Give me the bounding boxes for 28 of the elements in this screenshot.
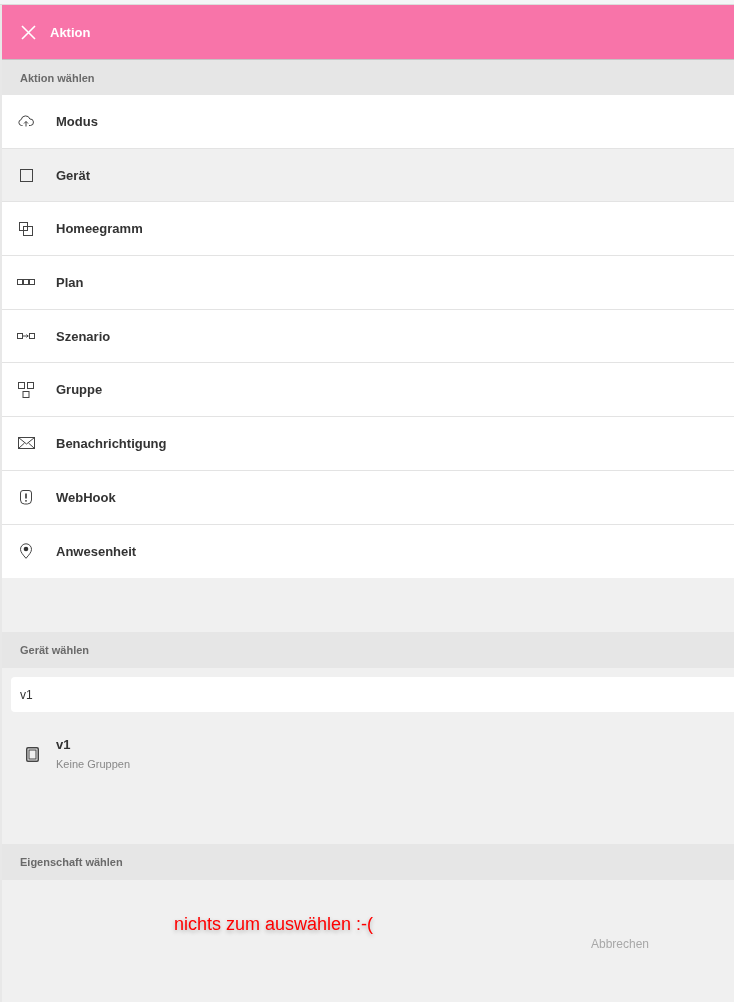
device-name[interactable]: v1	[56, 737, 130, 753]
action-item[interactable]: WebHook	[2, 470, 734, 525]
action-item[interactable]: Gruppe	[2, 363, 734, 418]
cloud-icon	[18, 115, 34, 128]
search-field[interactable]: v1	[11, 677, 734, 713]
device-frame-icon	[26, 747, 39, 763]
action-item[interactable]: Benachrichtigung	[2, 417, 734, 471]
action-item[interactable]: Anwesenheit	[2, 524, 734, 579]
action-item[interactable]: Plan	[2, 256, 734, 310]
location-pin-icon	[20, 543, 32, 560]
close-icon	[21, 24, 36, 40]
three-squares-group-icon	[18, 381, 34, 398]
close-button[interactable]	[21, 24, 36, 40]
three-squares-icon	[17, 279, 35, 286]
section-header: Eigenschaft wählen	[2, 844, 734, 881]
square-icon	[19, 168, 33, 182]
section-header: Aktion wählen	[2, 60, 734, 95]
overlapping-squares-icon	[19, 221, 33, 236]
squares-arrow-icon	[17, 333, 35, 340]
exclamation-shield-icon	[20, 489, 32, 505]
device-groups: Keine Gruppen	[56, 758, 130, 771]
action-item[interactable]: Szenario	[2, 309, 734, 364]
action-item[interactable]: Modus	[2, 95, 734, 149]
envelope-icon	[17, 437, 35, 450]
section-header: Gerät wählen	[2, 632, 734, 669]
annotation-text: nichts zum auswählen :-(	[174, 914, 374, 936]
dialog-title: Aktion	[50, 24, 91, 40]
action-item[interactable]: Homeegramm	[2, 202, 734, 257]
